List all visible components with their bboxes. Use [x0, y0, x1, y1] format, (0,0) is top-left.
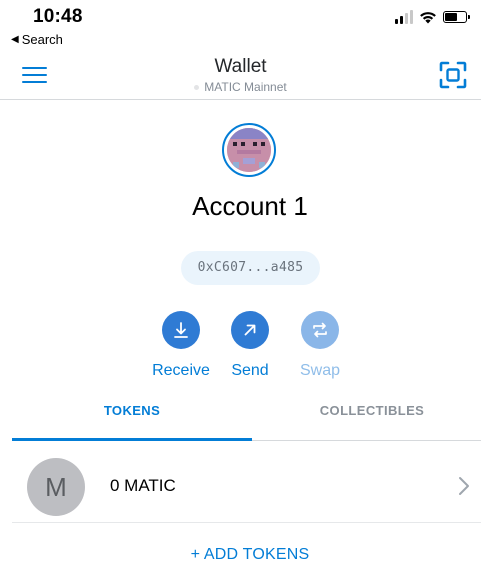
wallet-header: Wallet MATIC Mainnet: [0, 50, 481, 100]
status-bar: 10:48 ◀ Search: [0, 0, 481, 48]
account-name[interactable]: Account 1: [0, 191, 481, 222]
swap-label: Swap: [299, 362, 341, 379]
status-time: 10:48: [33, 6, 83, 27]
identicon-pattern: [227, 128, 271, 172]
network-name: MATIC Mainnet: [204, 80, 287, 94]
network-indicator[interactable]: MATIC Mainnet: [0, 80, 481, 94]
page-title: Wallet: [214, 56, 267, 77]
receive-label: Receive: [152, 362, 210, 379]
tab-collectibles[interactable]: COLLECTIBLES: [252, 395, 481, 441]
qr-scan-icon[interactable]: [439, 61, 467, 89]
token-row-matic[interactable]: M 0 MATIC: [12, 449, 481, 523]
wallet-actions: Receive Send Swap: [0, 311, 481, 381]
add-tokens-button[interactable]: + ADD TOKENS: [0, 546, 481, 564]
swap-arrows-icon: [301, 311, 339, 349]
asset-tabs: TOKENS COLLECTIBLES: [12, 395, 481, 441]
cellular-signal-icon: [395, 10, 413, 24]
arrow-up-right-icon: [231, 311, 269, 349]
send-button[interactable]: Send: [210, 311, 290, 380]
token-balance: 0 MATIC: [110, 476, 176, 495]
chevron-right-icon: [459, 477, 469, 495]
receive-button[interactable]: Receive: [141, 311, 221, 380]
account-avatar[interactable]: [222, 123, 276, 177]
network-status-dot: [194, 84, 200, 90]
token-avatar: M: [27, 458, 85, 516]
status-icons: [395, 10, 470, 24]
swap-button[interactable]: Swap: [280, 311, 360, 380]
download-arrow-icon: [162, 311, 200, 349]
account-address-button[interactable]: 0xC607...a485: [181, 251, 320, 285]
identicon-avatar: [227, 128, 271, 172]
tab-tokens[interactable]: TOKENS: [12, 395, 252, 441]
battery-icon: [443, 11, 470, 23]
back-label: Search: [21, 32, 63, 47]
wifi-icon: [420, 12, 436, 24]
back-to-search-link[interactable]: ◀ Search: [11, 32, 63, 47]
send-label: Send: [231, 362, 269, 379]
back-triangle-icon: ◀: [11, 34, 19, 45]
